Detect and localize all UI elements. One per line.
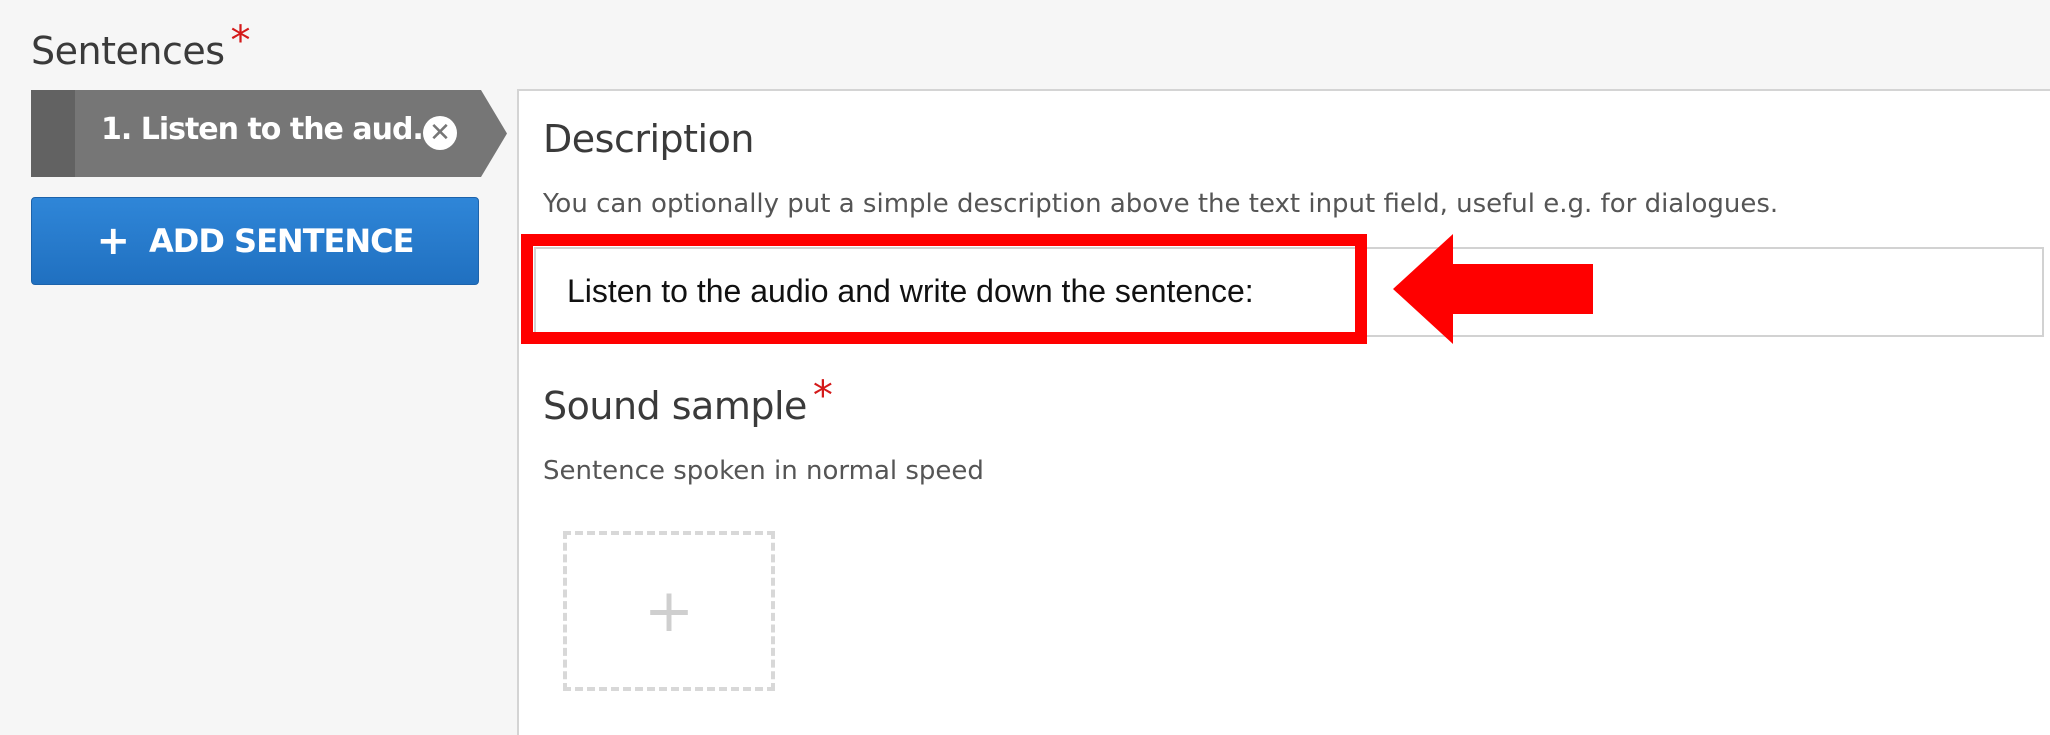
sentence-tab-1[interactable]: 1. Listen to the aud... ✕: [31, 90, 507, 177]
sentences-label: Sentences: [31, 29, 225, 73]
highlight-annotation-box: [521, 234, 1367, 344]
add-sentence-label: ADD SENTENCE: [148, 222, 415, 260]
plus-icon: +: [643, 576, 695, 646]
required-asterisk: *: [812, 373, 833, 419]
sound-sample-help-text: Sentence spoken in normal speed: [543, 456, 984, 486]
arrow-left-icon: [1393, 234, 1593, 344]
required-asterisk: *: [230, 18, 251, 64]
sentence-tab-label: 1. Listen to the aud...: [101, 112, 445, 147]
sentence-editor-panel: Description You can optionally put a sim…: [517, 89, 2050, 735]
sentences-section-title: Sentences *: [31, 18, 251, 74]
plus-icon: +: [96, 218, 130, 264]
remove-circle-icon[interactable]: ✕: [423, 116, 457, 150]
sound-sample-label: Sound sample: [543, 384, 807, 428]
audio-upload-button[interactable]: +: [563, 531, 775, 691]
drag-handle[interactable]: [31, 90, 75, 177]
description-title: Description: [543, 117, 754, 161]
sound-sample-title: Sound sample *: [543, 373, 833, 429]
description-help-text: You can optionally put a simple descript…: [543, 189, 1779, 219]
add-sentence-button[interactable]: + ADD SENTENCE: [31, 197, 479, 285]
